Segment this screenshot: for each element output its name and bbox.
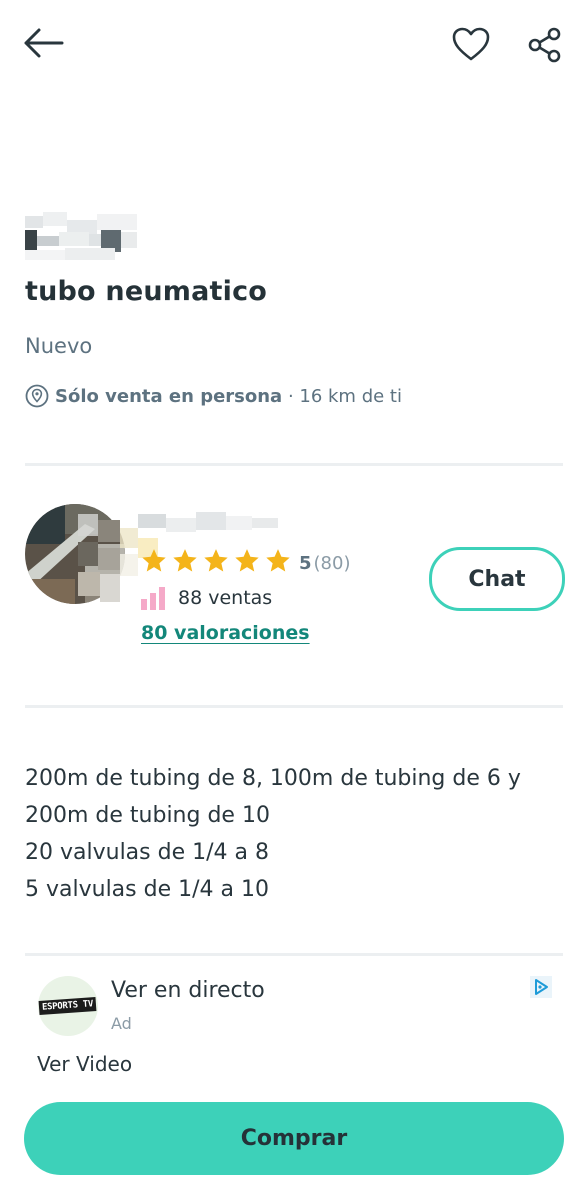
description-line: 200m de tubing de 10 xyxy=(25,803,270,828)
price-redacted xyxy=(25,212,137,260)
heart-icon[interactable] xyxy=(451,26,491,62)
ad-banner[interactable]: ESPORTS TV Ver en directo Ad Ver Video xyxy=(25,966,555,1084)
ad-title[interactable]: Ver en directo xyxy=(111,978,265,1003)
chat-button[interactable]: Chat xyxy=(429,547,565,611)
ad-logo: ESPORTS TV xyxy=(38,976,98,1036)
ad-label: Ad xyxy=(111,1014,132,1033)
sales-label: 88 ventas xyxy=(178,587,273,609)
description-line: 5 valvulas de 1/4 a 10 xyxy=(25,877,269,902)
star-icon xyxy=(264,547,295,579)
seller-rating: 5 (80) xyxy=(140,547,350,579)
delivery-distance: · 16 km de ti xyxy=(282,385,402,407)
rating-value: 5 xyxy=(299,552,312,574)
reviews-link[interactable]: 80 valoraciones xyxy=(141,622,310,644)
divider xyxy=(25,953,563,956)
description-line: 20 valvulas de 1/4 a 8 xyxy=(25,840,269,865)
top-bar xyxy=(0,0,588,90)
product-title: tubo neumatico xyxy=(25,276,268,307)
rating-count: (80) xyxy=(313,552,351,574)
star-icon xyxy=(233,547,264,579)
star-icon xyxy=(202,547,233,579)
delivery-type: Sólo venta en persona xyxy=(55,385,283,407)
back-arrow-icon[interactable] xyxy=(22,26,64,60)
sales-chart-icon xyxy=(140,585,166,611)
star-icon xyxy=(171,547,202,579)
divider xyxy=(25,463,563,466)
location-pin-icon xyxy=(25,384,49,408)
share-icon[interactable] xyxy=(526,26,564,64)
sales-count: 88 ventas xyxy=(140,585,272,611)
product-condition: Nuevo xyxy=(25,334,93,358)
star-icon xyxy=(140,547,171,579)
seller-name-redacted[interactable] xyxy=(138,512,278,532)
ad-cta-link[interactable]: Ver Video xyxy=(37,1052,132,1076)
adchoices-icon[interactable] xyxy=(530,976,552,998)
ad-logo-text: ESPORTS TV xyxy=(38,997,98,1015)
description-line: 200m de tubing de 8, 100m de tubing de 6… xyxy=(25,766,521,791)
delivery-info: Sólo venta en persona · 16 km de ti xyxy=(25,382,402,410)
product-description: 200m de tubing de 8, 100m de tubing de 6… xyxy=(25,760,570,908)
buy-button[interactable]: Comprar xyxy=(24,1102,564,1175)
divider xyxy=(25,705,563,708)
